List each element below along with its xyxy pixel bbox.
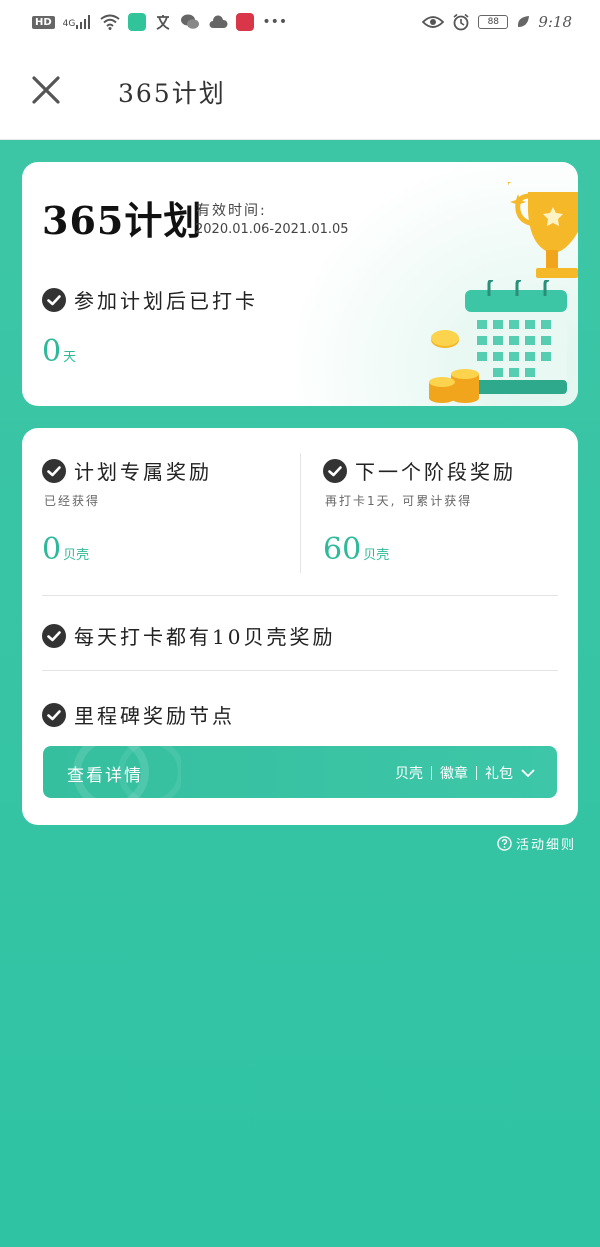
tag-shells: 贝壳: [395, 766, 423, 782]
check-circle-icon: [42, 287, 66, 312]
days-unit: 天: [63, 350, 77, 365]
hd-badge: HD: [32, 15, 55, 29]
exclusive-reward-unit: 贝壳: [63, 548, 90, 563]
next-stage-sub: 再打卡1天, 可累计获得: [325, 494, 473, 508]
exclusive-reward-number: 0: [42, 532, 62, 567]
milestone-row: 里程碑奖励节点: [42, 700, 235, 729]
check-circle-icon: [42, 623, 66, 648]
activity-rules-link[interactable]: 活动细则: [497, 834, 576, 853]
status-time: 9:18: [538, 13, 572, 31]
next-stage-row: 下一个阶段奖励: [323, 456, 516, 485]
wechat-icon: [181, 14, 200, 29]
tag-gifts: 礼包: [485, 766, 513, 782]
wifi-icon: [100, 14, 120, 30]
more-icon: •••: [262, 14, 288, 30]
status-right: 88 9:18: [422, 13, 572, 31]
activity-rules-label: 活动细则: [515, 838, 576, 853]
daily-reward-label: 每天打卡都有10贝壳奖励: [74, 625, 336, 649]
next-stage-number: 60: [323, 532, 362, 567]
exclusive-reward-label: 计划专属奖励: [74, 460, 212, 484]
alarm-icon: [453, 13, 469, 31]
huawei-icon: [236, 13, 255, 31]
checkin-row: 参加计划后已打卡: [42, 285, 258, 314]
trophy-icon: [508, 182, 578, 278]
days-value: 0 天: [42, 334, 76, 369]
check-circle-icon: [42, 458, 66, 483]
tag-separator: [476, 766, 477, 780]
chevron-down-icon: [521, 769, 535, 778]
tag-badges: 徽章: [440, 766, 468, 782]
next-stage-unit: 贝壳: [363, 548, 390, 563]
rewards-card: 计划专属奖励 已经获得 0 贝壳 下一个阶段奖励 再打卡1天, 可累计获得 60…: [22, 428, 578, 825]
next-stage-label: 下一个阶段奖励: [355, 460, 516, 484]
milestone-label: 里程碑奖励节点: [74, 704, 235, 728]
check-circle-icon: [42, 702, 66, 727]
header: 365计划: [0, 44, 600, 140]
reward-type-tags: 贝壳 徽章 礼包: [395, 763, 535, 783]
check-circle-icon: [323, 458, 347, 483]
exclusive-reward-value: 0 贝壳: [42, 532, 89, 567]
days-number: 0: [42, 334, 62, 369]
tag-separator: [431, 766, 432, 780]
plan-summary-card: 365计划 有效时间: 2020.01.06-2021.01.05 参加计划后已…: [22, 162, 578, 406]
leaf-icon: [518, 16, 530, 27]
next-stage-value: 60 贝壳: [323, 532, 389, 567]
divider: [42, 595, 558, 596]
close-icon[interactable]: [30, 74, 62, 106]
question-circle-icon: [497, 836, 512, 851]
view-details-label: 查看详情: [67, 766, 143, 786]
eye-icon: [422, 16, 445, 28]
translate-icon: [156, 15, 170, 30]
page-title: 365计划: [118, 79, 226, 108]
network-label: 4G: [62, 19, 76, 29]
app-icon-green: [128, 13, 147, 31]
plan-title: 365计划: [42, 198, 203, 243]
valid-label: 有效时间:: [196, 203, 267, 219]
vertical-divider: [300, 453, 301, 573]
daily-reward-row: 每天打卡都有10贝壳奖励: [42, 621, 335, 650]
status-left: HD 4G •••: [32, 13, 287, 31]
divider: [42, 670, 558, 671]
battery-icon: 88: [478, 15, 509, 29]
view-details-button[interactable]: 查看详情 贝壳 徽章 礼包: [43, 746, 557, 798]
signal-icon: 4G: [63, 15, 93, 29]
checkin-label: 参加计划后已打卡: [74, 289, 258, 313]
exclusive-reward-sub: 已经获得: [44, 494, 101, 508]
cloud-icon: [209, 15, 228, 28]
valid-range: 2020.01.06-2021.01.05: [195, 222, 349, 237]
coins-icon: [429, 330, 479, 403]
exclusive-reward-row: 计划专属奖励: [42, 456, 212, 485]
status-bar: HD 4G ••• 88 9:18: [0, 0, 600, 44]
